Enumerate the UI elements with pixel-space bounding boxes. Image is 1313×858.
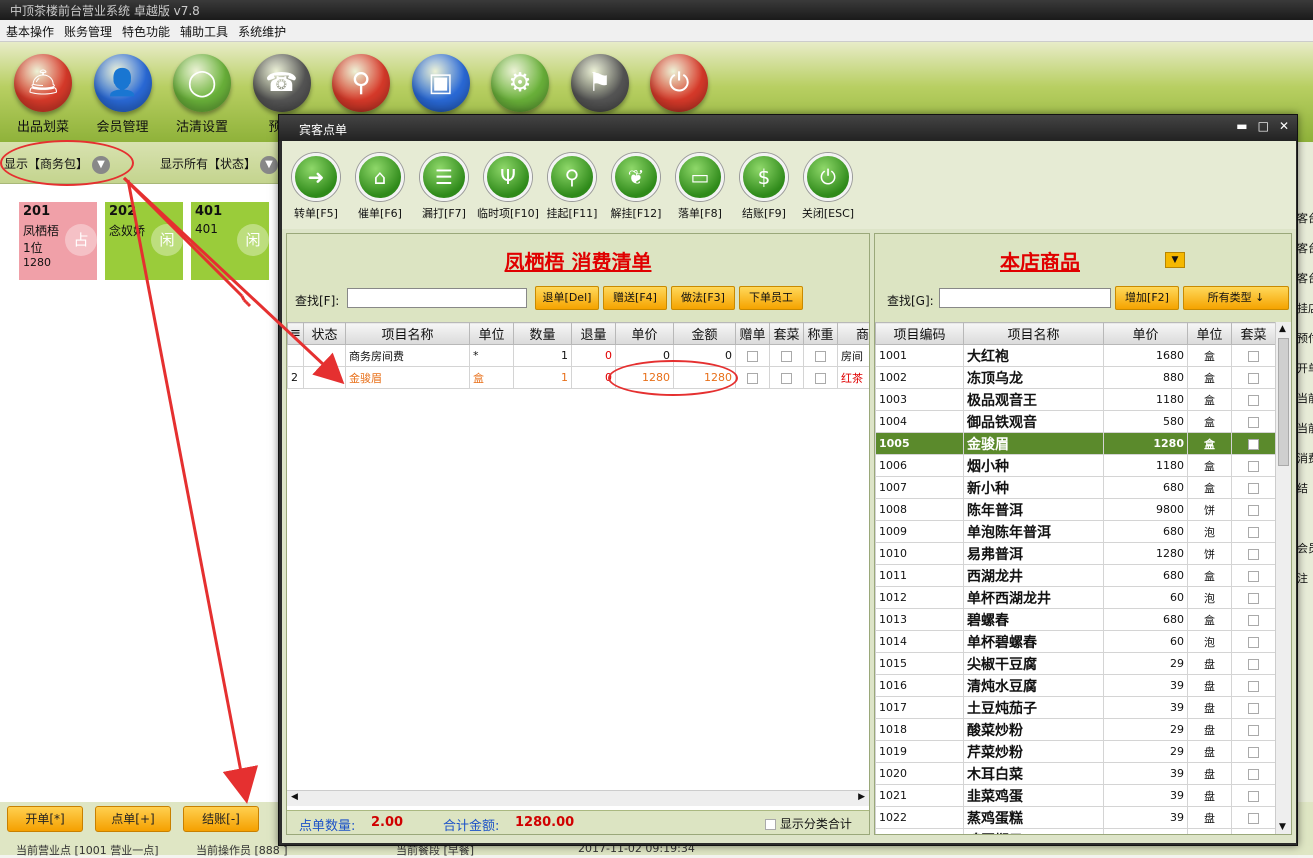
annotation-arrow-long bbox=[126, 179, 259, 804]
